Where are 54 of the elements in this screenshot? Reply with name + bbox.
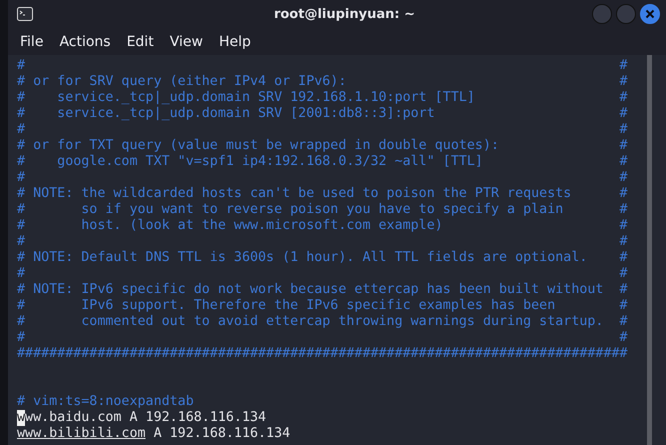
host-name: www.bilibili.com [17,426,146,442]
terminal-icon [17,7,33,21]
minimize-button[interactable] [592,4,612,24]
host-name: ww.baidu.com [25,410,122,426]
comment-text: # IPv6 support. Therefore the IPv6 specific examples has been [17,298,556,314]
menu-item[interactable]: Actions [51,34,119,50]
menu-item[interactable]: File [12,34,52,50]
comment-text: # [620,138,628,154]
comment-text: # vim:ts=8:noexpandtab [17,394,194,410]
comment-text: # [17,122,26,138]
comment-text: # NOTE: IPv6 specific do not work because ettercap has been built without [17,282,604,298]
comment-text: # or for SRV query (either IPv4 or IPv6): [17,74,346,90]
comment-text: # [620,250,628,266]
comment-text: # [17,234,26,250]
menu-item[interactable]: Help [210,34,259,50]
comment-text: # [17,330,26,346]
comment-text: ############################################################################ [17,346,628,362]
comment-text: # [620,186,628,202]
comment-text: # [620,106,628,122]
comment-text: # [17,58,26,74]
comment-text: # [620,170,628,186]
comment-text: # [620,266,628,282]
window-title: root@liupinyuan: ~ [272,6,416,22]
scrollbar[interactable] [647,55,652,445]
comment-text: # [620,234,628,250]
comment-text: # [620,74,628,90]
text-cursor: w [17,410,26,426]
menu-item[interactable]: Edit [118,34,162,50]
close-button[interactable] [640,4,660,24]
comment-text: # [17,266,26,282]
comment-text: # service._tcp|_udp.domain SRV 192.168.1.10:port [TTL] [17,90,475,106]
comment-text: # [620,218,628,234]
comment-text: # service._tcp|_udp.domain SRV [2001:db8::3]:port [17,106,435,122]
record-text: A 192.168.116.134 [152,426,290,442]
comment-text: # so if you want to reverse poison you have to specify a plain [17,202,564,218]
comment-text: # commented out to avoid ettercap throwing warnings during startup. [17,314,604,330]
comment-text: # host. (look at the www.microsoft.com example) [17,218,443,234]
comment-text: # [620,90,628,106]
record-text: A 192.168.116.134 [128,410,266,426]
comment-text: # [620,298,628,314]
comment-text: # [620,58,628,74]
comment-text: # [620,202,628,218]
comment-text: # [620,314,628,330]
comment-text: # [620,154,628,170]
comment-text: # [620,122,628,138]
comment-text: # [620,330,628,346]
comment-text: # or for TXT query (value must be wrapped in double quotes): [17,138,500,154]
comment-text: # [620,282,628,298]
comment-text: # NOTE: Default DNS TTL is 3600s (1 hour). All TTL fields are optional. [17,250,588,266]
menu-item[interactable]: View [162,34,211,50]
comment-text: # [17,170,26,186]
comment-text: # google.com TXT "v=spf1 ip4:192.168.0.3/32 ~all" [TTL] [17,154,483,170]
comment-text: # NOTE: the wildcarded hosts can't be used to poison the PTR requests [17,186,572,202]
close-icon [645,9,655,19]
